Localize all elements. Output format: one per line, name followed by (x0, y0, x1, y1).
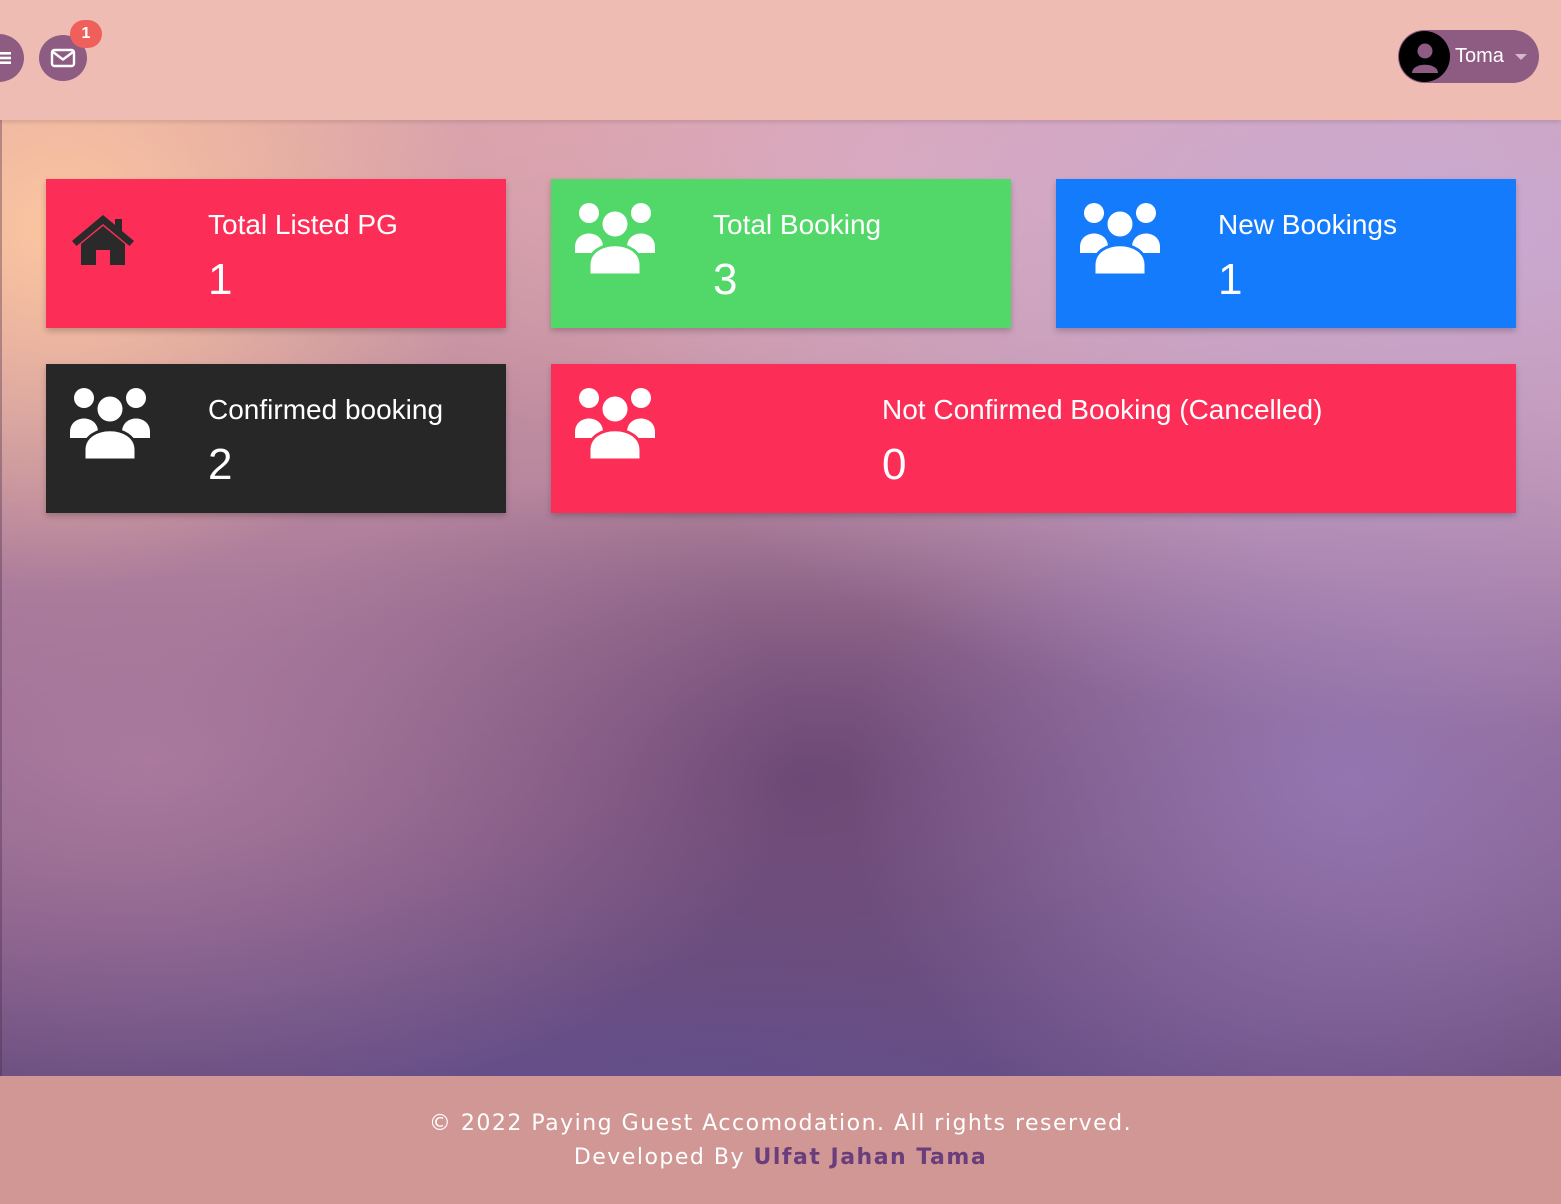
card-new-bookings[interactable]: New Bookings 1 (1056, 179, 1516, 328)
envelope-icon (50, 48, 76, 68)
card-label: Total Booking (713, 209, 882, 240)
card-label: New Bookings (1218, 209, 1397, 240)
card-confirmed-booking[interactable]: Confirmed booking 2 (46, 364, 506, 513)
top-navbar: 1 Toma (0, 0, 1561, 120)
copyright-text: © 2022 Paying Guest Accomodation. All ri… (428, 1111, 1133, 1136)
users-icon (575, 203, 655, 275)
card-value: 0 (882, 440, 907, 489)
card-not-confirmed-booking[interactable]: Not Confirmed Booking (Cancelled) 0 (551, 364, 1516, 513)
users-icon (1080, 203, 1160, 275)
sidebar-toggle-button[interactable] (0, 34, 24, 82)
developed-by-label: Developed By (573, 1145, 746, 1170)
card-total-booking[interactable]: Total Booking 3 (551, 179, 1011, 328)
chevron-down-icon (1514, 53, 1527, 60)
card-label: Confirmed booking (208, 394, 444, 425)
footer: © 2022 Paying Guest Accomodation. All ri… (0, 1076, 1561, 1204)
user-menu-button[interactable]: Toma (1398, 30, 1539, 83)
developer-credit: Developed By Ulfat Jahan Tama (0, 1145, 1561, 1170)
notification-badge: 1 (70, 20, 102, 48)
user-silhouette-icon (1411, 43, 1438, 73)
card-value: 1 (208, 255, 233, 304)
card-value: 1 (1218, 255, 1243, 304)
avatar (1399, 31, 1450, 82)
card-value: 2 (208, 440, 233, 489)
hamburger-icon (0, 52, 11, 64)
card-label: Not Confirmed Booking (Cancelled) (882, 394, 1323, 425)
users-icon (70, 388, 150, 460)
home-icon (72, 215, 134, 265)
sidebar-edge (0, 0, 2, 1204)
users-icon (575, 388, 655, 460)
developer-name-link[interactable]: Ulfat Jahan Tama (754, 1145, 988, 1170)
card-total-listed-pg[interactable]: Total Listed PG 1 (46, 179, 506, 328)
user-name: Toma (1455, 45, 1504, 67)
card-value: 3 (713, 255, 738, 304)
card-label: Total Listed PG (208, 209, 398, 240)
